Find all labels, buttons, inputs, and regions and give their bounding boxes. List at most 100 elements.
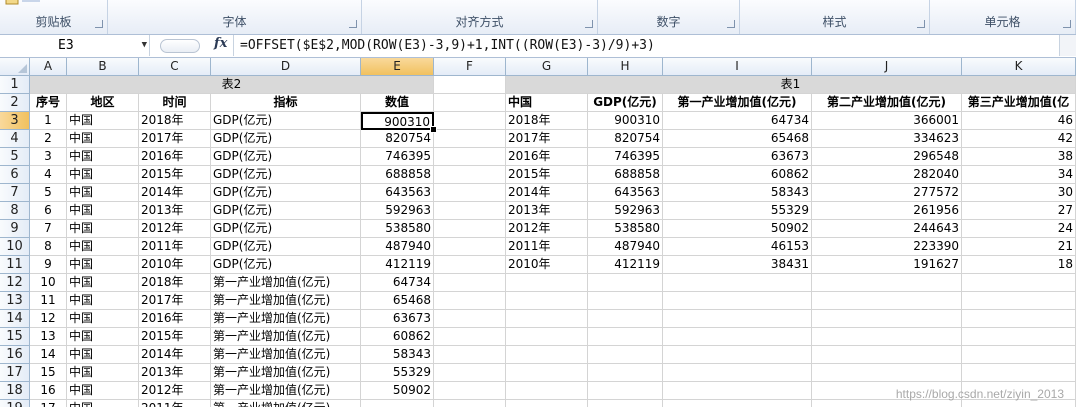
- data-cell[interactable]: 中国: [67, 274, 139, 292]
- data-cell[interactable]: 第一产业增加值(亿元): [211, 310, 361, 328]
- empty-cell[interactable]: [962, 328, 1076, 346]
- header-cell[interactable]: 地区: [67, 94, 139, 112]
- data-cell[interactable]: 2014年: [139, 346, 211, 364]
- data-cell[interactable]: 55329: [663, 202, 812, 220]
- select-all-corner[interactable]: [0, 58, 30, 76]
- data-cell[interactable]: 2016年: [506, 148, 588, 166]
- column-header-j[interactable]: J: [812, 58, 962, 76]
- column-header-f[interactable]: F: [434, 58, 506, 76]
- row-header-13[interactable]: 13: [0, 292, 30, 310]
- data-cell[interactable]: 2013年: [139, 364, 211, 382]
- column-header-h[interactable]: H: [588, 58, 663, 76]
- column-header-e[interactable]: E: [361, 58, 434, 76]
- empty-cell[interactable]: [812, 274, 962, 292]
- data-cell[interactable]: 2011年: [506, 238, 588, 256]
- row-header-19[interactable]: 19: [0, 400, 30, 407]
- column-header-g[interactable]: G: [506, 58, 588, 76]
- data-cell[interactable]: 2011年: [139, 238, 211, 256]
- row-header-15[interactable]: 15: [0, 328, 30, 346]
- empty-cell[interactable]: [434, 220, 506, 238]
- table-title-t1[interactable]: 表1: [506, 76, 1076, 94]
- data-cell[interactable]: 3: [30, 148, 67, 166]
- empty-cell[interactable]: [506, 364, 588, 382]
- empty-cell[interactable]: [663, 364, 812, 382]
- column-header-d[interactable]: D: [211, 58, 361, 76]
- data-cell[interactable]: 2012年: [506, 220, 588, 238]
- data-cell[interactable]: 2017年: [139, 130, 211, 148]
- empty-cell[interactable]: [962, 400, 1076, 407]
- empty-cell[interactable]: [588, 274, 663, 292]
- row-header-8[interactable]: 8: [0, 202, 30, 220]
- dialog-launcher-icon[interactable]: [727, 20, 735, 28]
- data-cell[interactable]: 820754: [361, 130, 434, 148]
- empty-cell[interactable]: [434, 400, 506, 407]
- empty-cell[interactable]: [663, 328, 812, 346]
- data-cell[interactable]: 中国: [67, 184, 139, 202]
- data-cell[interactable]: 2018年: [139, 112, 211, 130]
- row-header-11[interactable]: 11: [0, 256, 30, 274]
- data-cell[interactable]: 15: [30, 364, 67, 382]
- header-cell[interactable]: 中国: [506, 94, 588, 112]
- data-cell[interactable]: 10: [30, 274, 67, 292]
- empty-cell[interactable]: [962, 364, 1076, 382]
- row-header-9[interactable]: 9: [0, 220, 30, 238]
- data-cell[interactable]: 282040: [812, 166, 962, 184]
- dialog-launcher-icon[interactable]: [585, 20, 593, 28]
- header-cell[interactable]: 序号: [30, 94, 67, 112]
- data-cell[interactable]: 30: [962, 184, 1076, 202]
- data-cell[interactable]: 487940: [588, 238, 663, 256]
- empty-cell[interactable]: [962, 292, 1076, 310]
- row-header-5[interactable]: 5: [0, 148, 30, 166]
- data-cell[interactable]: 中国: [67, 130, 139, 148]
- data-cell[interactable]: 中国: [67, 346, 139, 364]
- data-cell[interactable]: 1: [30, 112, 67, 130]
- insert-function-icon[interactable]: fx: [214, 36, 227, 51]
- data-cell[interactable]: 60862: [663, 166, 812, 184]
- data-cell[interactable]: 24: [962, 220, 1076, 238]
- data-cell[interactable]: 2018年: [506, 112, 588, 130]
- header-cell[interactable]: 第一产业增加值(亿元): [663, 94, 812, 112]
- data-cell[interactable]: 58343: [663, 184, 812, 202]
- empty-cell[interactable]: [588, 328, 663, 346]
- empty-cell[interactable]: [506, 274, 588, 292]
- empty-cell[interactable]: [434, 238, 506, 256]
- dialog-launcher-icon[interactable]: [349, 20, 357, 28]
- data-cell[interactable]: 2017年: [506, 130, 588, 148]
- empty-cell[interactable]: [506, 328, 588, 346]
- data-cell[interactable]: 592963: [361, 202, 434, 220]
- data-cell[interactable]: 2016年: [139, 310, 211, 328]
- data-cell[interactable]: 244643: [812, 220, 962, 238]
- row-header-2[interactable]: 2: [0, 94, 30, 112]
- empty-cell[interactable]: [663, 382, 812, 400]
- empty-cell[interactable]: [812, 346, 962, 364]
- data-cell[interactable]: 63673: [361, 310, 434, 328]
- empty-cell[interactable]: [506, 400, 588, 407]
- data-cell[interactable]: 第一产业增加值(亿元): [211, 292, 361, 310]
- data-cell[interactable]: 中国: [67, 256, 139, 274]
- active-cell[interactable]: 900310: [361, 112, 434, 130]
- data-cell[interactable]: 5: [30, 184, 67, 202]
- empty-cell[interactable]: [588, 310, 663, 328]
- data-cell[interactable]: 18: [962, 256, 1076, 274]
- empty-cell[interactable]: [434, 76, 506, 94]
- data-cell[interactable]: 2015年: [506, 166, 588, 184]
- column-header-b[interactable]: B: [67, 58, 139, 76]
- data-cell[interactable]: 2010年: [139, 256, 211, 274]
- header-cell[interactable]: 第二产业增加值(亿元): [812, 94, 962, 112]
- header-cell[interactable]: 第三产业增加值(亿: [962, 94, 1076, 112]
- data-cell[interactable]: 中国: [67, 292, 139, 310]
- empty-cell[interactable]: [588, 346, 663, 364]
- row-header-14[interactable]: 14: [0, 310, 30, 328]
- empty-cell[interactable]: [434, 382, 506, 400]
- data-cell[interactable]: 中国: [67, 310, 139, 328]
- data-cell[interactable]: 412119: [588, 256, 663, 274]
- data-cell[interactable]: 2012年: [139, 220, 211, 238]
- data-cell[interactable]: 538580: [588, 220, 663, 238]
- empty-cell[interactable]: [506, 292, 588, 310]
- data-cell[interactable]: 16: [30, 382, 67, 400]
- data-cell[interactable]: 746395: [361, 148, 434, 166]
- data-cell[interactable]: GDP(亿元): [211, 166, 361, 184]
- data-cell[interactable]: GDP(亿元): [211, 112, 361, 130]
- data-cell[interactable]: 688858: [361, 166, 434, 184]
- header-cell[interactable]: 指标: [211, 94, 361, 112]
